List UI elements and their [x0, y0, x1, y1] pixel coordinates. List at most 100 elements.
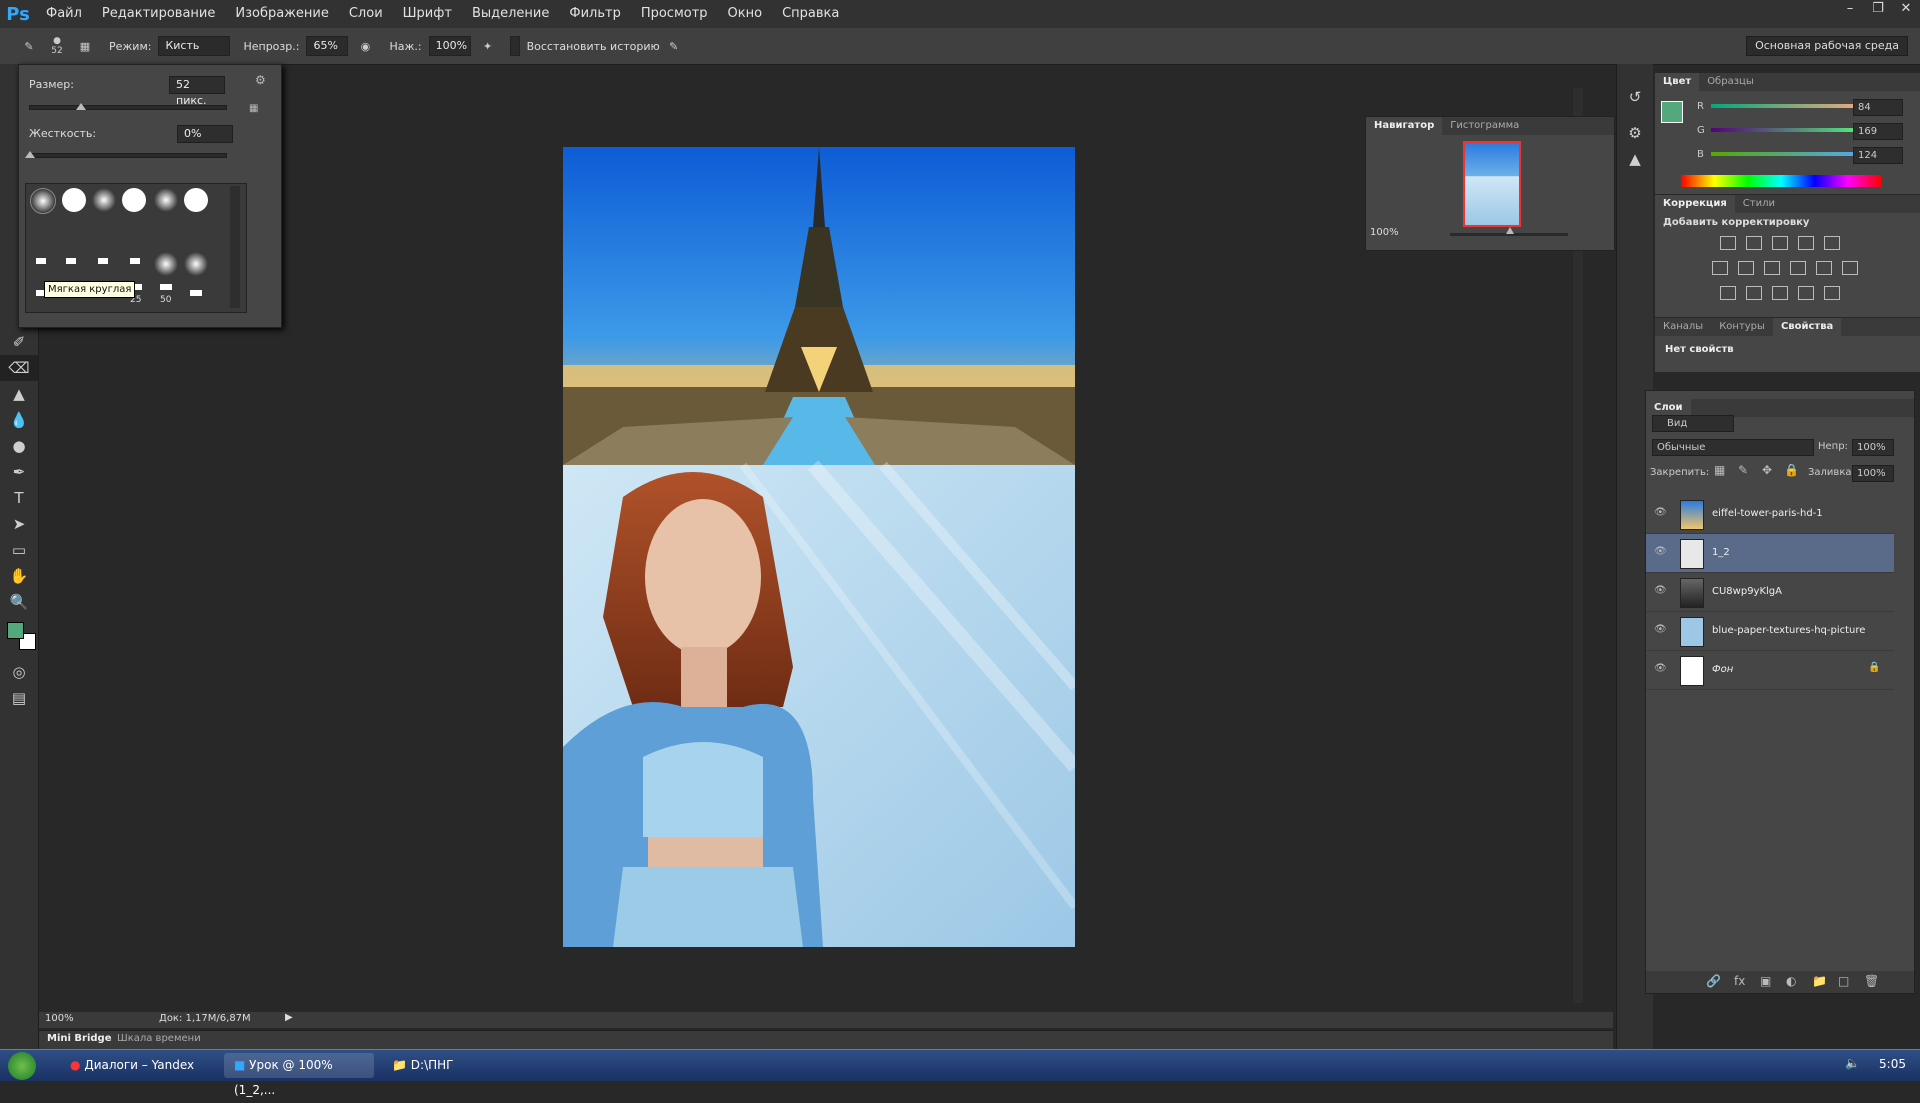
r-input[interactable]: 84 — [1853, 99, 1903, 116]
eye-icon[interactable]: 👁 — [1654, 663, 1667, 674]
type-icon[interactable]: T — [0, 485, 38, 511]
layer-row[interactable]: 👁 CU8wp9yKlgA — [1646, 573, 1894, 612]
brush-preset-hard-round[interactable] — [122, 188, 146, 212]
brush-preset-marker[interactable] — [98, 258, 108, 264]
rectangle-icon[interactable]: ▭ — [0, 537, 38, 563]
black-white-icon[interactable] — [1764, 261, 1780, 275]
brush-size-slider-thumb[interactable] — [76, 103, 86, 110]
brush-preset-soft-round-selected[interactable] — [30, 188, 56, 214]
tab-navigator[interactable]: Навигатор — [1366, 117, 1443, 135]
airbrush-icon[interactable]: ✦ — [477, 35, 499, 57]
tab-swatches[interactable]: Образцы — [1699, 73, 1762, 91]
eye-icon[interactable]: 👁 — [1654, 507, 1667, 518]
adjustment-layer-icon[interactable]: ◐ — [1786, 974, 1796, 988]
brush-preset-soft-round[interactable] — [154, 252, 178, 276]
lock-brush-icon[interactable]: ✎ — [1738, 463, 1748, 477]
brush-size-input[interactable]: 52 пикс. — [169, 76, 225, 107]
taskbar-yandex[interactable]: ● Диалоги – Yandex — [60, 1053, 230, 1078]
paint-bucket-icon[interactable]: ▲ — [0, 381, 38, 407]
flow-input[interactable]: 100% — [428, 36, 471, 56]
restore-history-checkbox[interactable] — [509, 36, 520, 56]
tab-channels[interactable]: Каналы — [1655, 318, 1711, 336]
brush-preset-soft-round[interactable] — [184, 252, 208, 276]
layer-style-icon[interactable]: fx — [1734, 974, 1745, 988]
brush-grid-scrollbar[interactable] — [230, 186, 240, 308]
pressure-opacity-icon[interactable]: ◉ — [354, 35, 376, 57]
brush-preset-soft-round[interactable] — [92, 188, 116, 212]
curves-icon[interactable] — [1772, 236, 1788, 250]
channel-mixer-icon[interactable] — [1816, 261, 1832, 275]
eraser-icon[interactable]: ⌫ — [0, 355, 38, 381]
pressure-size-icon[interactable]: ✎ — [663, 35, 685, 57]
lock-all-icon[interactable]: 🔒 — [1784, 463, 1799, 477]
history-panel-icon[interactable]: ↺ — [1617, 84, 1653, 110]
menu-layers[interactable]: Слои — [339, 0, 393, 28]
menu-file[interactable]: Файл — [36, 0, 92, 28]
brush-preset-picker[interactable]: ● 52 — [46, 35, 68, 57]
taskbar-explorer[interactable]: 📁 D:\ПНГ — [382, 1053, 532, 1078]
hue-saturation-icon[interactable] — [1712, 261, 1728, 275]
b-input[interactable]: 124 — [1853, 147, 1903, 164]
brush-preset-marker[interactable] — [130, 258, 140, 264]
brightness-icon[interactable] — [1720, 236, 1736, 250]
gear-icon[interactable]: ⚙ — [255, 73, 266, 87]
eye-icon[interactable]: 👁 — [1654, 546, 1667, 557]
r-slider[interactable] — [1711, 104, 1871, 108]
menu-filter[interactable]: Фильтр — [559, 0, 630, 28]
hardness-input[interactable]: 0% — [177, 125, 233, 143]
menu-image[interactable]: Изображение — [225, 0, 338, 28]
eraser-tool-icon[interactable]: ✎ — [18, 35, 40, 57]
menu-edit[interactable]: Редактирование — [92, 0, 225, 28]
brush-preset-hard-round[interactable] — [62, 188, 86, 212]
minimize-icon[interactable]: – — [1836, 0, 1864, 20]
lock-position-icon[interactable]: ✥ — [1762, 463, 1772, 477]
gradient-map-icon[interactable] — [1824, 286, 1840, 300]
brush-size-slider[interactable] — [29, 105, 227, 110]
brush-preset-marker[interactable] — [160, 284, 172, 290]
vibrance-icon[interactable] — [1824, 236, 1840, 250]
new-group-icon[interactable]: 📁 — [1812, 974, 1827, 988]
threshold-icon[interactable] — [1772, 286, 1788, 300]
taskbar-clock[interactable]: 5:05 — [1879, 1057, 1906, 1071]
status-menu-arrow-icon[interactable]: ▶ — [285, 1012, 293, 1023]
layer-opacity-input[interactable]: 100% — [1852, 439, 1894, 456]
brush-preset-marker[interactable] — [190, 290, 202, 296]
tab-histogram[interactable]: Гистограмма — [1442, 117, 1527, 135]
g-slider[interactable] — [1711, 128, 1871, 132]
document-canvas[interactable] — [563, 147, 1075, 947]
status-zoom[interactable]: 100% — [45, 1013, 74, 1024]
restore-icon[interactable]: ❐ — [1864, 0, 1892, 20]
navigator-zoom-value[interactable]: 100% — [1370, 227, 1399, 238]
quick-mask-icon[interactable]: ◎ — [0, 659, 38, 685]
zoom-icon[interactable]: 🔍 — [0, 589, 38, 615]
start-button[interactable] — [8, 1052, 36, 1080]
path-select-icon[interactable]: ➤ — [0, 511, 38, 537]
photo-filter-icon[interactable] — [1790, 261, 1806, 275]
exposure-icon[interactable] — [1798, 236, 1814, 250]
tab-adjustments[interactable]: Коррекция — [1655, 195, 1735, 213]
menu-window[interactable]: Окно — [718, 0, 773, 28]
doc-size[interactable]: Док: 1,17M/6,87M — [159, 1013, 251, 1024]
hardness-slider-thumb[interactable] — [25, 151, 35, 158]
g-input[interactable]: 169 — [1853, 123, 1903, 140]
mode-select[interactable]: Кисть — [158, 36, 231, 56]
layer-filter-select[interactable]: Вид — [1652, 415, 1734, 432]
levels-icon[interactable] — [1746, 236, 1762, 250]
layer-mask-icon[interactable]: ▣ — [1760, 974, 1771, 988]
workspace-select[interactable]: Основная рабочая среда — [1746, 36, 1908, 56]
color-lookup-icon[interactable] — [1842, 261, 1858, 275]
foreground-color-chip[interactable] — [1661, 101, 1683, 123]
navigator-zoom-thumb[interactable] — [1506, 227, 1514, 234]
fill-input[interactable]: 100% — [1852, 465, 1894, 482]
trash-icon[interactable]: 🗑 — [1864, 974, 1879, 988]
taskbar-photoshop[interactable]: ■ Урок @ 100% (1_2,... — [224, 1053, 374, 1097]
tab-styles[interactable]: Стили — [1735, 195, 1783, 213]
dodge-icon[interactable]: ● — [0, 433, 38, 459]
brush-preset-hard-round[interactable] — [184, 188, 208, 212]
brush-preset-soft-round[interactable] — [154, 188, 178, 212]
new-layer-icon[interactable]: □ — [1838, 974, 1849, 988]
tab-color[interactable]: Цвет — [1655, 73, 1700, 91]
brush-preset-marker[interactable] — [66, 258, 76, 264]
opacity-input[interactable]: 65% — [306, 36, 349, 56]
blend-mode-select[interactable]: Обычные — [1652, 439, 1814, 456]
